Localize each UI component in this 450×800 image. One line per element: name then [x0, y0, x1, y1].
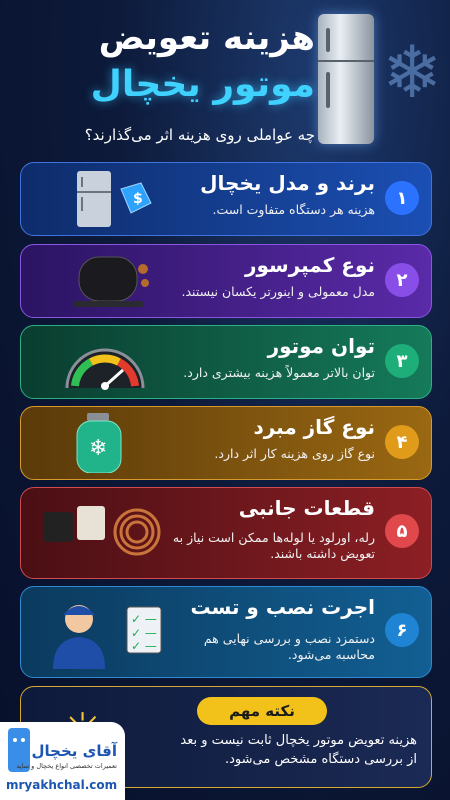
card-motor-power: ۳ توان موتور توان بالاتر معمولاً هزینه ب… — [20, 325, 432, 399]
svg-text:✓ —: ✓ — — [131, 612, 157, 626]
gauge-icon — [65, 348, 145, 390]
card-installation-labor: ✓ — ✓ — ✓ — ۶ اجرت نصب و تست دستمزد نصب … — [20, 586, 432, 678]
gas-cylinder-icon: ❄ — [76, 413, 122, 473]
snowflake-icon: ❄ — [382, 30, 443, 114]
card-number: ۵ — [385, 514, 419, 548]
card-title: برند و مدل یخچال — [200, 171, 375, 195]
card-description: دستمزد نصب و بررسی نهایی هم محاسبه می‌شو… — [203, 631, 375, 662]
note-text: هزینه تعویض موتور یخچال ثابت نیست و بعد … — [180, 733, 417, 767]
relay-parts-icon — [43, 506, 161, 556]
card-description: توان بالاتر معمولاً هزینه بیشتری دارد. — [183, 365, 375, 380]
fridge-price-tag-icon: $ — [77, 171, 152, 227]
card-title: اجرت نصب و تست — [190, 595, 375, 619]
technician-icon: ✓ — ✓ — ✓ — — [53, 605, 162, 669]
card-number: ۲ — [385, 263, 419, 297]
brand-logo[interactable]: آقای یخچال تعمیرات تخصصی انواع یخچال و س… — [0, 722, 125, 800]
svg-text:✓ —: ✓ — — [131, 626, 157, 640]
card-side-parts: ۵ قطعات جانبی رله، اورلود یا لوله‌ها ممک… — [20, 487, 432, 579]
logo-tagline: تعمیرات تخصصی انواع یخچال و ساید — [16, 762, 117, 770]
card-compressor-type: ۲ نوع کمپرسور مدل معمولی و اینورتر یکسان… — [20, 244, 432, 318]
card-description: هزینه هر دستگاه متفاوت است. — [212, 202, 376, 217]
card-refrigerant-gas: ❄ ۴ نوع گاز مبرد نوع گاز روی هزینه کار ا… — [20, 406, 432, 480]
svg-text:$: $ — [133, 191, 143, 207]
svg-text:✓ —: ✓ — — [131, 639, 157, 653]
card-title: نوع کمپرسور — [244, 253, 375, 277]
website-link[interactable]: mryakhchal.com — [6, 778, 117, 792]
page-title-line1: هزینه تعویض — [98, 18, 315, 58]
card-number: ۳ — [385, 344, 419, 378]
svg-text:❄: ❄ — [89, 436, 107, 461]
card-number: ۱ — [385, 181, 419, 215]
fridge-icon — [318, 14, 374, 144]
compressor-icon — [73, 256, 149, 307]
card-number: ۴ — [385, 425, 419, 459]
card-brand-model: $ ۱ برند و مدل یخچال هزینه هر دستگاه متف… — [20, 162, 432, 236]
card-title: توان موتور — [267, 334, 375, 358]
card-description: رله، اورلود یا لوله‌ها ممکن است نیاز به … — [172, 530, 375, 561]
card-description: مدل معمولی و اینورتر یکسان نیستند. — [181, 284, 375, 299]
logo-brand-name: آقای یخچال — [31, 742, 117, 760]
page-title-line2: موتور یخچال — [90, 64, 315, 105]
card-number: ۶ — [385, 613, 419, 647]
page-subtitle: چه عواملی روی هزینه اثر می‌گذارند؟ — [84, 126, 315, 144]
note-badge: نکته مهم — [197, 697, 327, 725]
card-description: نوع گاز روی هزینه کار اثر دارد. — [214, 446, 375, 461]
card-title: نوع گاز مبرد — [253, 415, 375, 439]
header: هزینه تعویض موتور یخچال چه عواملی روی هز… — [0, 0, 450, 160]
card-title: قطعات جانبی — [238, 496, 375, 520]
